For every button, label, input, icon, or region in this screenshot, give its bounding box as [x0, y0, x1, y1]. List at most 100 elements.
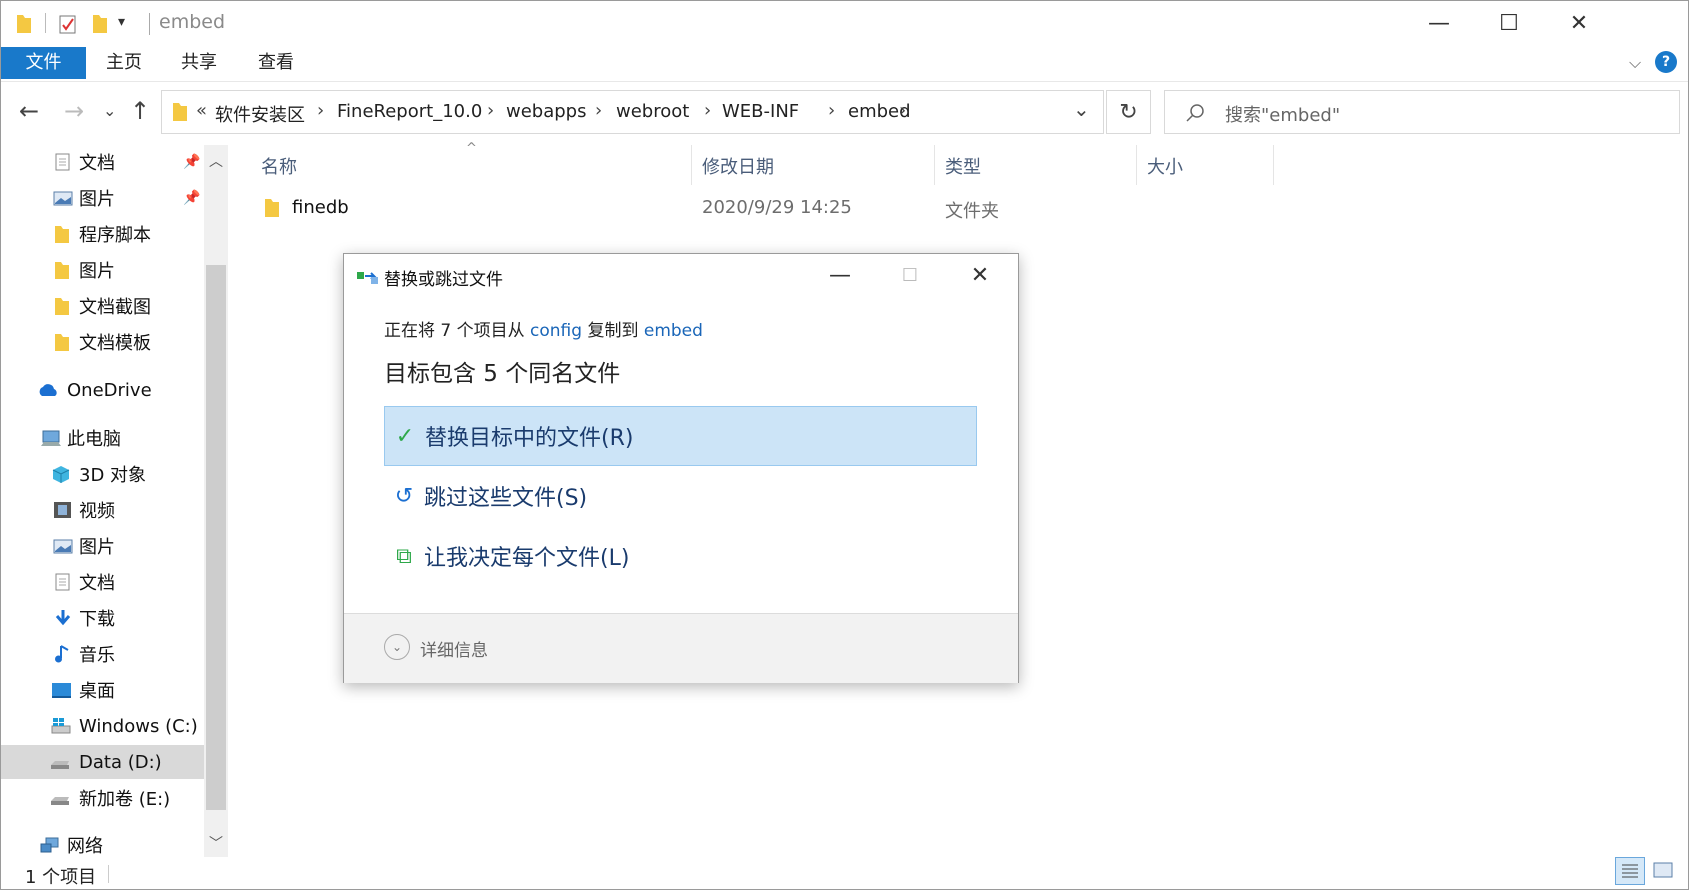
sidebar-item-music[interactable]: 音乐	[1, 637, 204, 671]
sidebar-item-onedrive[interactable]: OneDrive	[1, 373, 204, 407]
column-header-name[interactable]: 名称	[261, 153, 297, 179]
chevron-right-icon[interactable]: ›	[828, 100, 835, 121]
option-label: 让我决定每个文件(L)	[424, 546, 630, 571]
recent-locations-icon[interactable]: ⌄	[103, 101, 116, 120]
sidebar-item-desktop[interactable]: 桌面	[1, 673, 204, 707]
compare-files-icon: ⧉	[396, 543, 412, 569]
breadcrumb-item[interactable]: webapps	[506, 101, 586, 122]
destination-folder-link[interactable]: embed	[644, 321, 703, 341]
sort-ascending-icon: ^	[466, 141, 477, 156]
decide-each-file-option[interactable]: ⧉ 让我决定每个文件(L)	[384, 526, 977, 586]
sidebar-item-pictures[interactable]: 图片	[1, 529, 204, 563]
dialog-footer: ⌄ 详细信息	[344, 613, 1018, 683]
divider	[45, 13, 46, 33]
video-icon	[54, 502, 71, 518]
new-folder-icon[interactable]	[91, 13, 109, 35]
sidebar-item-documents[interactable]: 文档	[1, 565, 204, 599]
sidebar-item-drive-e[interactable]: 新加卷 (E:)	[1, 781, 204, 815]
download-icon	[55, 610, 71, 626]
scroll-down-icon[interactable]: ﹀	[209, 833, 223, 853]
address-bar[interactable]: « 软件安装区 › FineReport_10.0 › webapps › we…	[161, 90, 1104, 134]
maximize-button[interactable]: ☐	[1474, 1, 1544, 45]
chevron-right-icon[interactable]: ›	[704, 100, 711, 121]
tab-home[interactable]: 主页	[106, 47, 142, 79]
column-divider[interactable]	[1136, 145, 1137, 185]
scroll-up-icon[interactable]: ︿	[209, 151, 223, 171]
close-button[interactable]: ✕	[1544, 1, 1614, 45]
up-button[interactable]: ↑	[130, 97, 150, 125]
breadcrumb-item[interactable]: WEB-INF	[722, 101, 799, 122]
tab-file[interactable]: 文件	[1, 47, 86, 79]
scroll-thumb[interactable]	[206, 265, 226, 810]
sidebar-item-doc-screenshots[interactable]: 文档截图	[1, 289, 204, 323]
chevron-right-icon[interactable]: ›	[595, 100, 602, 121]
forward-button[interactable]: →	[64, 97, 84, 125]
sidebar-item-pictures-pinned[interactable]: 图片 📌	[1, 181, 204, 215]
tab-share[interactable]: 共享	[181, 47, 217, 79]
desktop-icon	[52, 683, 71, 698]
chevron-down-icon[interactable]: ⌄	[384, 634, 410, 660]
sidebar-item-label: 3D 对象	[79, 465, 147, 486]
picture-icon	[53, 191, 73, 206]
replace-files-option[interactable]: ✓ 替换目标中的文件(R)	[384, 406, 977, 466]
properties-icon[interactable]	[58, 13, 78, 35]
sidebar-item-label: 文档模板	[79, 333, 151, 354]
large-icons-view-button[interactable]	[1649, 857, 1679, 885]
sidebar-item-doc-templates[interactable]: 文档模板	[1, 325, 204, 359]
search-input[interactable]: 搜索"embed"	[1225, 101, 1340, 127]
column-header-size[interactable]: 大小	[1147, 153, 1183, 179]
minimize-button[interactable]: —	[1404, 1, 1474, 45]
details-view-button[interactable]	[1615, 857, 1645, 885]
drive-icon	[51, 761, 69, 769]
sidebar-item-3d-objects[interactable]: 3D 对象	[1, 457, 204, 491]
address-dropdown-icon[interactable]: ⌄	[1073, 97, 1090, 121]
tab-view[interactable]: 查看	[258, 47, 294, 79]
file-type: 文件夹	[945, 201, 999, 222]
chevron-right-icon[interactable]: ›	[487, 100, 494, 121]
column-header-modified[interactable]: 修改日期	[702, 153, 774, 179]
sidebar-item-videos[interactable]: 视频	[1, 493, 204, 527]
refresh-button[interactable]: ↻	[1106, 90, 1151, 134]
large-icons-view-icon	[1653, 862, 1673, 878]
quick-access-dropdown-icon[interactable]: ▾	[118, 14, 125, 30]
column-divider[interactable]	[934, 145, 935, 185]
skip-files-option[interactable]: ↺ 跳过这些文件(S)	[384, 466, 977, 526]
sidebar-item-drive-d[interactable]: Data (D:)	[1, 745, 204, 779]
pin-icon: 📌	[183, 190, 201, 206]
sidebar-item-label: 此电脑	[67, 429, 121, 450]
dialog-minimize-button[interactable]: —	[810, 258, 870, 292]
breadcrumb-item[interactable]: webroot	[616, 101, 689, 122]
divider	[149, 13, 150, 35]
sidebar-item-documents-pinned[interactable]: 文档 📌	[1, 145, 204, 179]
back-button[interactable]: ←	[19, 97, 39, 125]
column-divider[interactable]	[691, 145, 692, 185]
sidebar-item-label: 视频	[79, 501, 115, 522]
overflow-icon[interactable]: «	[196, 100, 207, 121]
sidebar-item-scripts[interactable]: 程序脚本	[1, 217, 204, 251]
source-folder-link[interactable]: config	[530, 321, 582, 341]
dialog-maximize-button[interactable]: ☐	[880, 258, 940, 292]
help-icon[interactable]: ?	[1655, 51, 1677, 73]
sidebar-item-label: 网络	[67, 836, 103, 857]
search-box[interactable]: 搜索"embed"	[1164, 90, 1680, 134]
chevron-right-icon[interactable]: ›	[899, 100, 906, 121]
breadcrumb-item[interactable]: FineReport_10.0	[337, 101, 482, 122]
dialog-close-button[interactable]: ✕	[950, 258, 1010, 292]
chevron-right-icon[interactable]: ›	[317, 100, 324, 121]
sidebar-item-downloads[interactable]: 下载	[1, 601, 204, 635]
document-icon	[55, 573, 70, 591]
ribbon-collapse-icon[interactable]: ⌵	[1629, 53, 1641, 73]
file-row[interactable]: finedb 2020/9/29 14:25 文件夹	[255, 189, 1265, 225]
sidebar-item-label: 文档	[79, 573, 115, 594]
column-divider[interactable]	[1273, 145, 1274, 185]
breadcrumb-item[interactable]: 软件安装区	[215, 101, 305, 127]
sidebar-item-label: 图片	[79, 261, 115, 282]
sidebar-item-pictures-folder[interactable]: 图片	[1, 253, 204, 287]
sidebar-scrollbar[interactable]: ︿ ﹀	[204, 145, 228, 857]
dialog-title: 替换或跳过文件	[384, 270, 503, 290]
item-count: 1 个项目	[25, 867, 97, 888]
sidebar-item-drive-c[interactable]: Windows (C:)	[1, 709, 204, 743]
more-details-button[interactable]: 详细信息	[420, 636, 488, 661]
sidebar-item-this-pc[interactable]: 此电脑	[1, 421, 204, 455]
column-header-type[interactable]: 类型	[945, 153, 981, 179]
